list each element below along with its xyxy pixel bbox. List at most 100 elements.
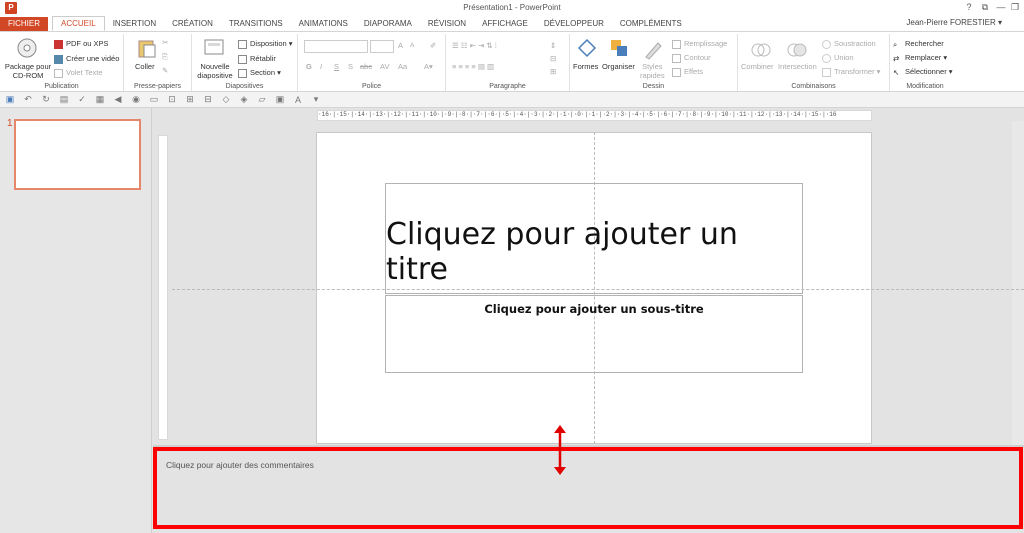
shapes-qat-icon[interactable]: ◇ bbox=[220, 94, 232, 105]
fill-qat-icon[interactable]: ◈ bbox=[238, 94, 250, 105]
font-color-icon[interactable]: A▾ bbox=[424, 62, 433, 71]
align-icons[interactable]: ≡ ≡ ≡ ≡ ▤ ▥ bbox=[452, 62, 494, 71]
from-beginning-icon[interactable]: ▦ bbox=[94, 94, 106, 105]
vertical-ruler bbox=[158, 135, 168, 440]
quick-access-toolbar: ▣ ↶ ↻ ▤ ✓ ▦ ◀ ◉ ▭ ⊡ ⊞ ⊟ ◇ ◈ ▱ ▣ A ▾ bbox=[0, 92, 1024, 108]
group-publication: Package pour CD-ROM PDF ou XPS Créer une… bbox=[0, 34, 124, 91]
tab-fichier[interactable]: FICHIER bbox=[0, 17, 48, 31]
tab-animations[interactable]: ANIMATIONS bbox=[291, 17, 356, 31]
help-icon[interactable]: ? bbox=[962, 2, 976, 12]
screen-icon[interactable]: ▭ bbox=[148, 94, 160, 105]
ribbon-display-icon[interactable]: ⧉ bbox=[978, 2, 992, 13]
title-bar: P Présentation1 - PowerPoint ? ⧉ — ❐ bbox=[0, 0, 1024, 16]
package-cd-button[interactable]: Package pour CD-ROM bbox=[3, 62, 53, 80]
more-qat-icon[interactable]: ▾ bbox=[310, 94, 322, 105]
bold-button[interactable]: G bbox=[306, 62, 312, 71]
restore-icon[interactable]: ❐ bbox=[1008, 2, 1022, 13]
shape-outline-button[interactable]: Contour bbox=[672, 53, 711, 63]
strikethrough-button[interactable]: abc bbox=[360, 62, 372, 71]
reset-button[interactable]: Rétablir bbox=[238, 54, 276, 64]
mic-icon[interactable]: ◉ bbox=[130, 94, 142, 105]
new-slide-button[interactable]: Nouvelle diapositive bbox=[194, 62, 236, 80]
tab-transitions[interactable]: TRANSITIONS bbox=[221, 17, 291, 31]
shapes-button[interactable]: Formes bbox=[573, 62, 598, 71]
shape-fill-button[interactable]: Remplissage bbox=[672, 39, 727, 49]
subtitle-placeholder[interactable]: Cliquez pour ajouter un sous-titre bbox=[385, 295, 803, 373]
reset-icon bbox=[238, 54, 247, 64]
find-button[interactable]: ⌕ Rechercher bbox=[893, 39, 944, 49]
font-size-select[interactable] bbox=[370, 40, 394, 53]
title-placeholder[interactable]: Cliquez pour ajouter un titre bbox=[385, 183, 803, 294]
union-button[interactable]: Union bbox=[822, 53, 854, 63]
group-slides: Nouvelle diapositive Disposition ▾ Rétab… bbox=[192, 34, 298, 91]
text-direction-icon[interactable]: ⇕ bbox=[550, 41, 556, 50]
user-account[interactable]: Jean-Pierre FORESTIER ▾ bbox=[906, 18, 1002, 27]
pdf-xps-button[interactable]: PDF ou XPS bbox=[54, 39, 109, 49]
redo-icon[interactable]: ↻ bbox=[40, 94, 52, 105]
tab-developpeur[interactable]: DÉVELOPPEUR bbox=[536, 17, 612, 31]
group-objects-icon[interactable]: ⊞ bbox=[184, 94, 196, 105]
textbox-icon[interactable]: ⊡ bbox=[166, 94, 178, 105]
layout-button[interactable]: Disposition ▾ bbox=[238, 39, 293, 49]
quick-styles-button[interactable]: Styles rapides bbox=[640, 62, 665, 80]
cd-package-icon bbox=[17, 38, 37, 58]
arrange-button[interactable]: Organiser bbox=[602, 62, 635, 71]
tab-creation[interactable]: CRÉATION bbox=[164, 17, 221, 31]
clear-format-icon[interactable]: ✐ bbox=[430, 41, 436, 50]
tab-accueil[interactable]: ACCUEIL bbox=[52, 16, 105, 31]
shadow-button[interactable]: S bbox=[348, 62, 353, 71]
tab-complements[interactable]: COMPLÉMENTS bbox=[612, 17, 690, 31]
group-label-font: Police bbox=[361, 83, 382, 90]
section-button[interactable]: Section ▾ bbox=[238, 68, 281, 78]
speaker-icon[interactable]: ◀ bbox=[112, 94, 124, 105]
shape-effects-button[interactable]: Effets bbox=[672, 67, 703, 77]
change-case-button[interactable]: Aa bbox=[398, 62, 407, 71]
save-icon[interactable]: ▣ bbox=[4, 94, 16, 105]
tab-diaporama[interactable]: DIAPORAMA bbox=[356, 17, 420, 31]
create-video-label: Créer une vidéo bbox=[66, 54, 120, 63]
create-video-button[interactable]: Créer une vidéo bbox=[54, 54, 119, 64]
combine-button[interactable]: Combiner bbox=[741, 62, 774, 71]
minimize-icon[interactable]: — bbox=[994, 2, 1008, 12]
tab-insertion[interactable]: INSERTION bbox=[105, 17, 164, 31]
char-spacing-button[interactable]: AV bbox=[380, 62, 389, 71]
slide-thumbnail[interactable] bbox=[14, 119, 141, 190]
spelling-icon[interactable]: ✓ bbox=[76, 94, 88, 105]
underline-button[interactable]: S bbox=[334, 62, 339, 71]
intersect-button[interactable]: Intersection bbox=[778, 62, 817, 71]
undo-icon[interactable]: ↶ bbox=[22, 94, 34, 105]
union-icon bbox=[822, 53, 831, 63]
quick-styles-icon bbox=[645, 42, 662, 60]
new-slide-qat-icon[interactable]: ▤ bbox=[58, 94, 70, 105]
transform-button[interactable]: Transformer ▾ bbox=[822, 67, 880, 77]
font-color-qat-icon[interactable]: A bbox=[292, 95, 304, 105]
align-qat-icon[interactable]: ⊟ bbox=[202, 94, 214, 105]
font-family-select[interactable] bbox=[304, 40, 368, 53]
outline-qat-icon[interactable]: ▱ bbox=[256, 94, 268, 105]
align-text-icon[interactable]: ⊟ bbox=[550, 54, 556, 63]
replace-icon: ⇄ bbox=[893, 53, 900, 63]
tab-affichage[interactable]: AFFICHAGE bbox=[474, 17, 536, 31]
replace-label: Remplacer bbox=[905, 53, 942, 62]
notes-pane[interactable]: Cliquez pour ajouter des commentaires bbox=[153, 447, 1023, 529]
italic-button[interactable]: I bbox=[320, 62, 322, 71]
format-painter-icon[interactable]: ✎ bbox=[162, 66, 168, 75]
text-pane-button[interactable]: Volet Texte bbox=[54, 68, 103, 78]
subtract-button[interactable]: Soustraction bbox=[822, 39, 876, 49]
select-button[interactable]: ↖ Sélectionner ▾ bbox=[893, 67, 953, 77]
textbox-qat-icon[interactable]: ▣ bbox=[274, 94, 286, 105]
replace-button[interactable]: ⇄ Remplacer ▾ bbox=[893, 53, 947, 63]
paste-icon bbox=[138, 40, 156, 58]
copy-icon[interactable]: ⎘ bbox=[162, 52, 168, 62]
new-slide-icon bbox=[204, 39, 224, 55]
smartart-icon[interactable]: ⊞ bbox=[550, 67, 556, 76]
cut-icon[interactable]: ✂ bbox=[162, 38, 168, 47]
paste-button[interactable]: Coller bbox=[135, 62, 155, 71]
shrink-font-button[interactable]: A bbox=[410, 42, 414, 49]
select-icon: ↖ bbox=[893, 67, 900, 77]
bullets-icon[interactable]: ☰ ☷ ⇤ ⇥ ⇅ ⁞ bbox=[452, 41, 497, 50]
tab-revision[interactable]: RÉVISION bbox=[420, 17, 474, 31]
vertical-scrollbar[interactable] bbox=[1012, 121, 1024, 445]
combine-icon bbox=[751, 43, 771, 57]
grow-font-button[interactable]: A bbox=[398, 41, 403, 50]
